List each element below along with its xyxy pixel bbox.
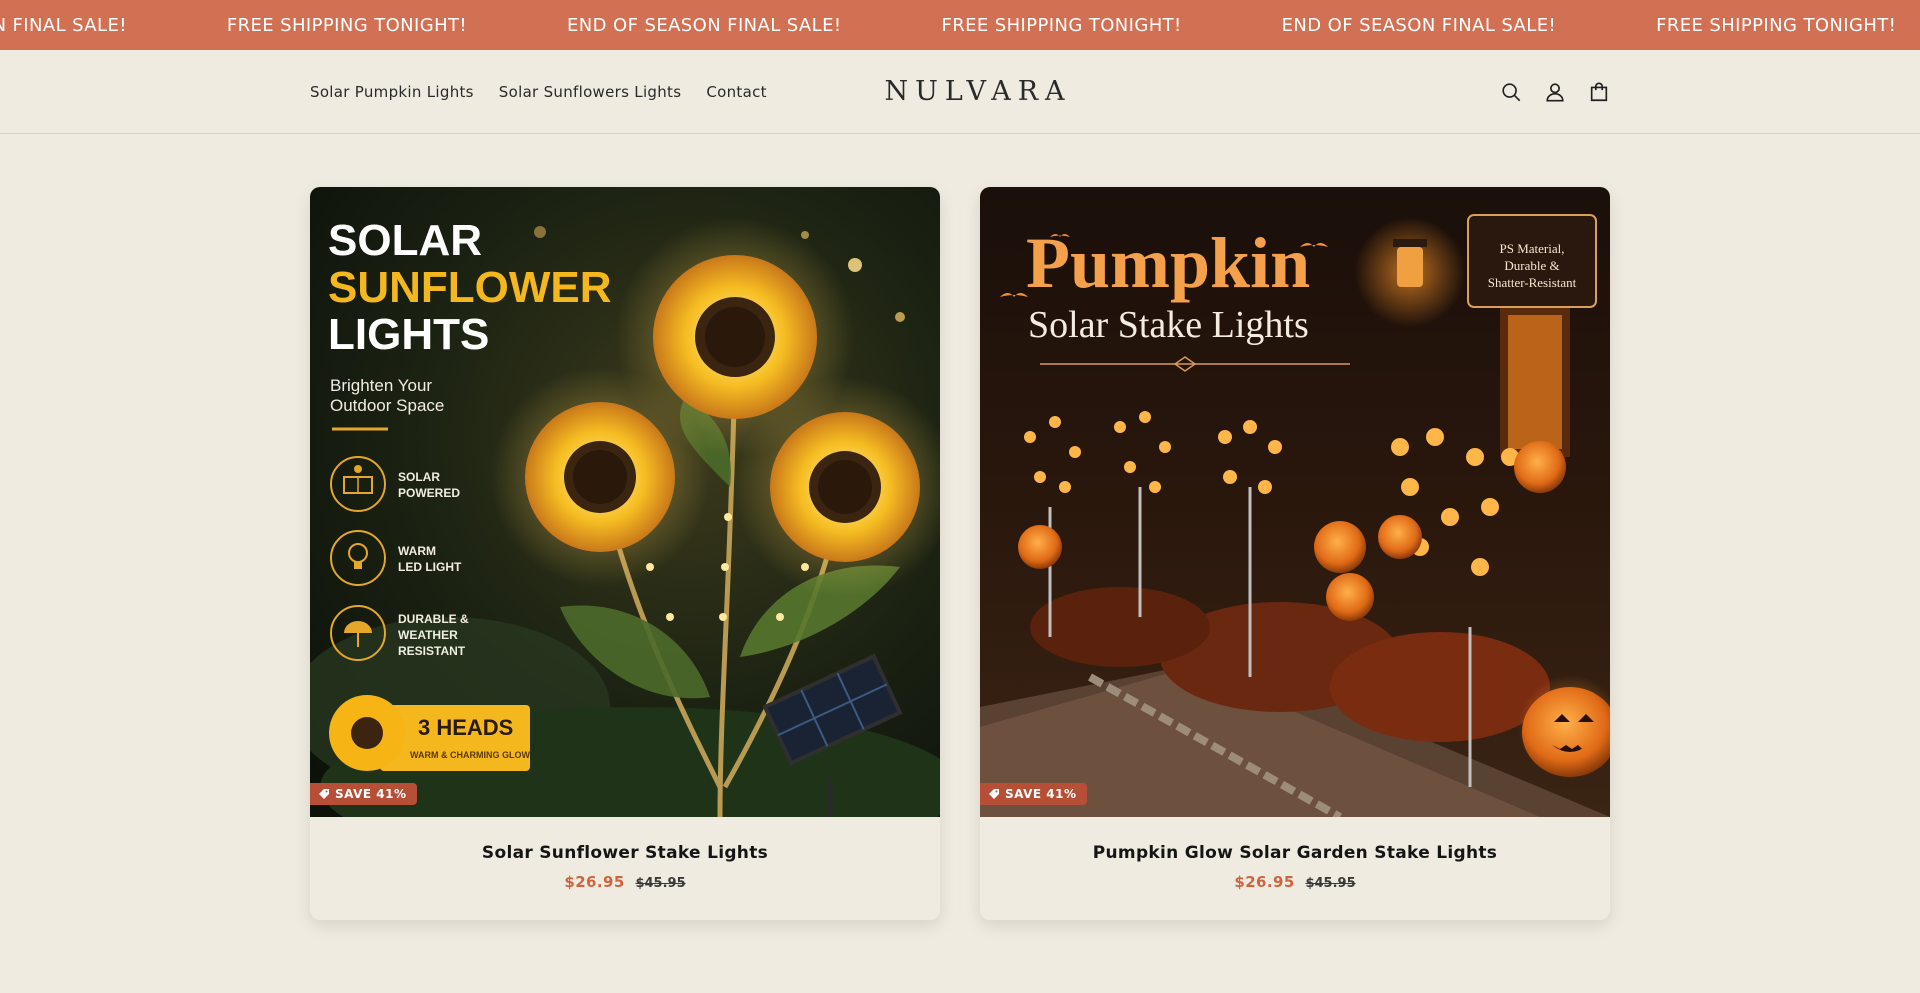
img-seal-2: Durable & (1504, 258, 1559, 273)
site-header: Solar Pumpkin Lights Solar Sunflowers Li… (0, 50, 1920, 134)
img-subtitle-2: Outdoor Space (330, 396, 444, 415)
product-grid: SOLAR SUNFLOWER LIGHTS Brighten Your Out… (310, 187, 1610, 920)
img-feature-3-line2: WEATHER (398, 628, 458, 642)
sunflower-product-photo: SOLAR SUNFLOWER LIGHTS Brighten Your Out… (310, 187, 940, 817)
discount-badge-label: SAVE 41% (1005, 787, 1077, 801)
product-prices: $26.95 $45.95 (980, 873, 1610, 891)
announcement-item: ON FINAL SALE! (0, 14, 127, 36)
img-heading-1: SOLAR (328, 216, 482, 265)
sale-price: $26.95 (564, 873, 625, 891)
announcement-item: END OF SEASON FINAL SALE! (1281, 14, 1557, 36)
compare-price: $45.95 (635, 876, 686, 891)
discount-badge: SAVE 41% (980, 783, 1087, 805)
product-info: Solar Sunflower Stake Lights $26.95 $45.… (310, 817, 940, 891)
header-icons (1500, 50, 1610, 133)
product-card-pumpkin[interactable]: Pumpkin Solar Stake Lights PS Material, … (980, 187, 1610, 920)
img-heads-sub: WARM & CHARMING GLOW (410, 750, 530, 760)
img-feature-1-line1: SOLAR (398, 470, 440, 484)
account-icon[interactable] (1544, 81, 1566, 103)
product-title[interactable]: Solar Sunflower Stake Lights (310, 843, 940, 863)
discount-badge: SAVE 41% (310, 783, 417, 805)
announcement-item: FREE SHIPPING TONIGHT! (226, 14, 468, 36)
announcement-track: ON FINAL SALE! FREE SHIPPING TONIGHT! EN… (0, 0, 1920, 50)
tag-icon (989, 789, 999, 799)
img-heading-2: Solar Stake Lights (1028, 304, 1309, 346)
img-heading-3: LIGHTS (328, 310, 489, 359)
img-seal-3: Shatter-Resistant (1488, 275, 1577, 290)
img-feature-2-line2: LED LIGHT (398, 560, 462, 574)
logo-container: NULVARA (0, 50, 1920, 133)
product-image[interactable]: SOLAR SUNFLOWER LIGHTS Brighten Your Out… (310, 187, 940, 817)
search-icon[interactable] (1500, 81, 1522, 103)
img-feature-3-line3: RESISTANT (398, 644, 466, 658)
img-heads-label: 3 HEADS (418, 715, 513, 740)
site-logo[interactable]: NULVARA (884, 76, 1071, 107)
img-feature-1-line2: POWERED (398, 486, 460, 500)
tag-icon (319, 789, 329, 799)
product-card-sunflower[interactable]: SOLAR SUNFLOWER LIGHTS Brighten Your Out… (310, 187, 940, 920)
img-feature-2-line1: WARM (398, 544, 436, 558)
product-title[interactable]: Pumpkin Glow Solar Garden Stake Lights (980, 843, 1610, 863)
img-heading-2: SUNFLOWER (328, 263, 612, 312)
product-prices: $26.95 $45.95 (310, 873, 940, 891)
sale-price: $26.95 (1234, 873, 1295, 891)
announcement-item: END OF SEASON FINAL SALE! (567, 14, 842, 36)
product-info: Pumpkin Glow Solar Garden Stake Lights $… (980, 817, 1610, 891)
img-feature-3-line1: DURABLE & (398, 612, 469, 626)
announcement-item: FREE SHIPPING TONIGHT! (1656, 14, 1897, 36)
img-seal-1: PS Material, (1500, 241, 1565, 256)
pumpkin-product-photo: Pumpkin Solar Stake Lights PS Material, … (980, 187, 1610, 817)
discount-badge-label: SAVE 41% (335, 787, 407, 801)
cart-icon[interactable] (1588, 81, 1610, 103)
compare-price: $45.95 (1305, 876, 1356, 891)
img-heading-1: Pumpkin (1026, 223, 1310, 303)
img-subtitle-1: Brighten Your (330, 376, 432, 395)
product-image[interactable]: Pumpkin Solar Stake Lights PS Material, … (980, 187, 1610, 817)
announcement-item: FREE SHIPPING TONIGHT! (941, 14, 1182, 36)
announcement-bar: ON FINAL SALE! FREE SHIPPING TONIGHT! EN… (0, 0, 1920, 50)
